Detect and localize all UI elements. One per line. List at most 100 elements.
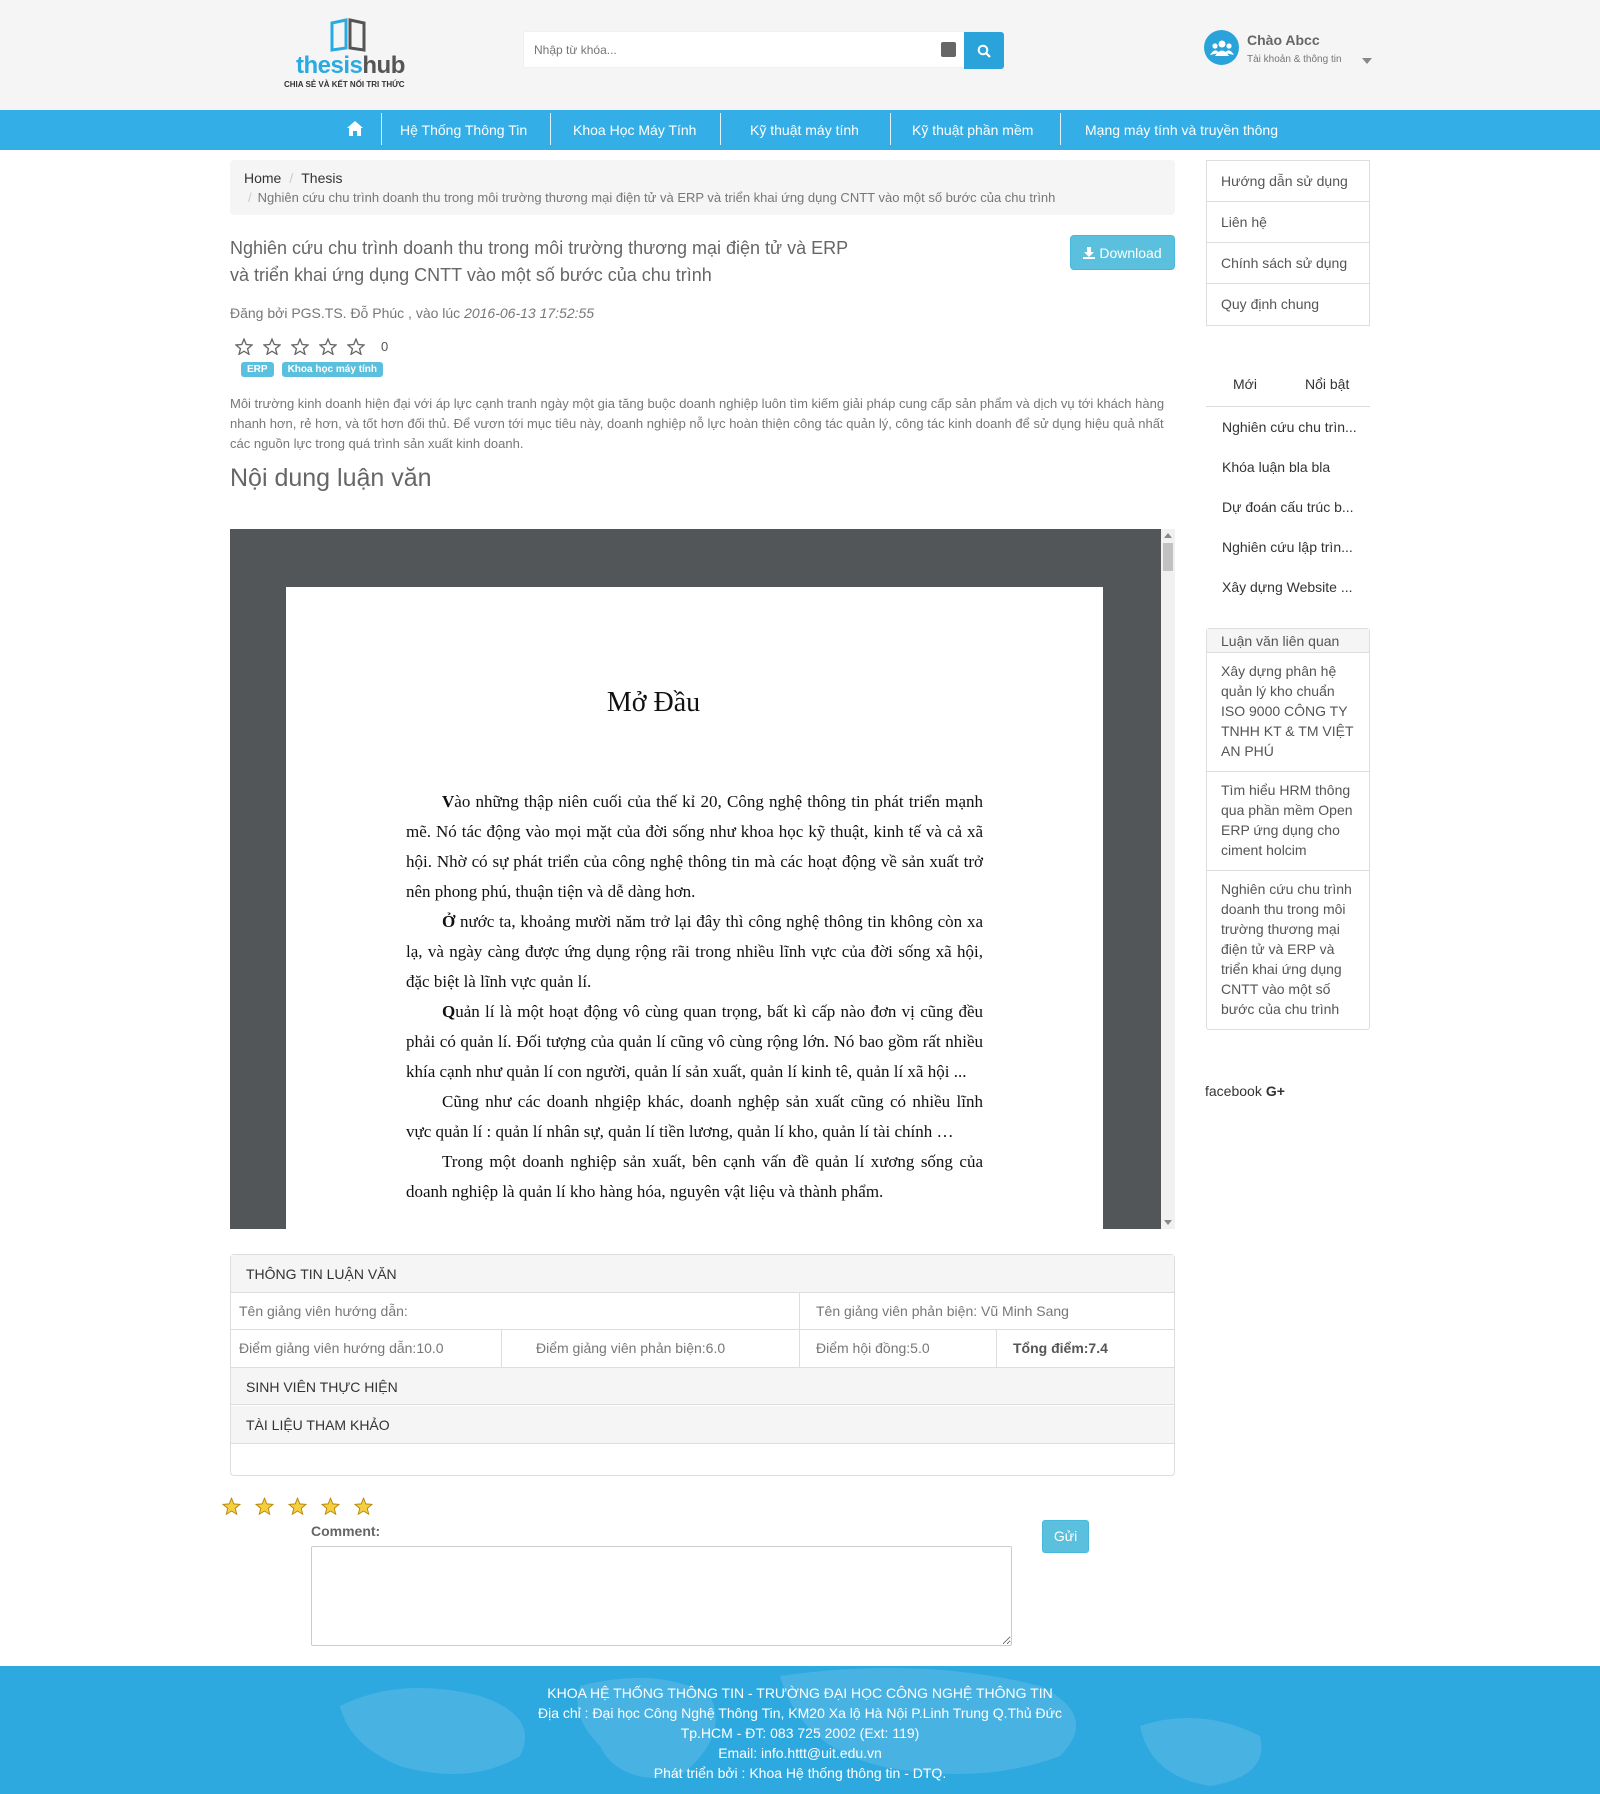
breadcrumb-thesis[interactable]: Thesis (301, 170, 342, 186)
user-greeting: Chào Abcc (1247, 32, 1320, 48)
sidebar-item-quy-dinh[interactable]: Quy định chung (1207, 284, 1369, 325)
star-icon[interactable] (321, 1497, 340, 1515)
gplus-icon[interactable]: G+ (1266, 1083, 1285, 1099)
list-item[interactable]: Xây dựng Website ... (1206, 567, 1370, 607)
info-row-scores: Điểm giảng viên hướng dẫn:10.0 Điểm giản… (231, 1330, 1174, 1367)
list-item[interactable]: Nghiên cứu chu trìn... (1206, 407, 1370, 447)
footer-line: KHOA HỆ THỐNG THÔNG TIN - TRƯỜNG ĐẠI HỌC… (547, 1685, 1053, 1701)
header: thesishub CHIA SẺ VÀ KẾT NỐI TRI THỨC Ch… (0, 0, 1600, 110)
document-paragraph: Ở nước ta, khoảng mười năm trở lại đây t… (406, 912, 983, 991)
footer-address: Địa chỉ : Đại học Công Nghệ Thông Tin, K… (537, 1705, 1062, 1721)
footer: KHOA HỆ THỐNG THÔNG TIN - TRƯỜNG ĐẠI HỌC… (0, 1666, 1600, 1794)
account-link[interactable]: Tài khoản & thông tin (1247, 54, 1342, 65)
star-icon[interactable] (255, 1497, 274, 1515)
sidebar-item-huong-dan[interactable]: Hướng dẫn sử dụng (1207, 161, 1369, 202)
tag-khoa-hoc-may-tinh[interactable]: Khoa học máy tính (281, 362, 384, 377)
comment-rating-stars[interactable] (222, 1497, 373, 1515)
council-score: Điểm hội đồng:5.0 (816, 1340, 930, 1356)
site-logo[interactable]: thesishub CHIA SẺ VÀ KẾT NỐI TRI THỨC (284, 18, 414, 94)
students-header[interactable]: SINH VIÊN THỰC HIỆN (231, 1367, 1174, 1405)
list-item[interactable]: Khóa luận bla bla (1206, 447, 1370, 487)
user-avatar[interactable] (1204, 30, 1239, 65)
search-icon (977, 44, 991, 58)
thesis-info-panel: THÔNG TIN LUẬN VĂN Tên giảng viên hướng … (230, 1254, 1175, 1476)
star-icon[interactable] (222, 1497, 241, 1515)
related-item[interactable]: Tìm hiểu HRM thông qua phần mềm Open ERP… (1207, 772, 1369, 871)
star-outline-icon[interactable] (235, 337, 253, 355)
star-icon[interactable] (288, 1497, 307, 1515)
cell-divider (799, 1293, 800, 1330)
keyboard-icon[interactable] (941, 42, 956, 57)
related-item[interactable]: Xây dựng phân hệ quản lý kho chuẩn ISO 9… (1207, 653, 1369, 772)
nav-divider (720, 113, 721, 145)
sidebar-item-lien-he[interactable]: Liên hệ (1207, 202, 1369, 243)
book-icon (330, 18, 366, 52)
recent-list: Nghiên cứu chu trìn... Khóa luận bla bla… (1206, 407, 1370, 607)
thesis-description: Môi trường kinh doanh hiện đại với áp lự… (230, 396, 1165, 451)
chevron-down-icon[interactable] (1362, 58, 1372, 64)
content-heading: Nội dung luận văn (230, 464, 432, 492)
document-heading: Mở Đầu (606, 687, 701, 718)
comment-textarea[interactable] (311, 1546, 1012, 1646)
reviewer-label: Tên giảng viên phản biện: Vũ Minh Sang (816, 1303, 1069, 1319)
cell-divider (799, 1330, 800, 1367)
star-icon[interactable] (354, 1497, 373, 1515)
nav-item-he-thong-thong-tin[interactable]: Hệ Thống Thông Tin (400, 110, 527, 150)
logo-wordmark: thesishub (296, 52, 405, 79)
pdf-page: Mở Đầu Vào những thập niên cuối của thế … (286, 587, 1103, 1229)
document-paragraph: Trong một doanh nghiệp sản xuất, bên cạn… (406, 1152, 983, 1201)
advisor-score: Điểm giảng viên hướng dẫn:10.0 (239, 1340, 444, 1356)
send-button[interactable]: Gửi (1042, 1520, 1089, 1553)
related-header: Luận văn liên quan (1207, 629, 1369, 653)
document-paragraph: Cũng như các doanh nhgiệp khác, doanh ng… (406, 1092, 983, 1141)
footer-phone: Tp.HCM - ĐT: 083 725 2002 (Ext: 119) (680, 1725, 920, 1741)
scroll-up-icon[interactable] (1164, 533, 1172, 538)
home-icon[interactable] (346, 120, 364, 137)
page-title: Nghiên cứu chu trình doanh thu trong môi… (230, 238, 849, 285)
star-outline-icon[interactable] (347, 337, 365, 355)
document-paragraph: Quản lí là một hoạt động vô cùng quan tr… (406, 1002, 983, 1081)
sidebar-item-chinh-sach[interactable]: Chính sách sử dụng (1207, 243, 1369, 284)
related-item[interactable]: Nghiên cứu chu trình doanh thu trong môi… (1207, 871, 1369, 1029)
star-outline-icon[interactable] (319, 337, 337, 355)
info-header[interactable]: THÔNG TIN LUẬN VĂN (231, 1255, 1174, 1293)
viewer-scrollbar[interactable] (1161, 529, 1175, 1229)
users-icon (1209, 40, 1234, 56)
breadcrumb-current: Nghiên cứu chu trình doanh thu trong môi… (257, 190, 1056, 205)
cell-divider (501, 1330, 502, 1367)
posted-time: 2016-06-13 17:52:55 (464, 305, 595, 321)
search-input[interactable] (524, 32, 924, 67)
nav-item-ky-thuat-phan-mem[interactable]: Kỹ thuật phần mềm (912, 110, 1033, 150)
nav-divider (1060, 113, 1061, 145)
breadcrumb-home[interactable]: Home (244, 170, 281, 186)
sidebar-tabs: Mới Nổi bật (1206, 370, 1370, 407)
social-links: facebook G+ (1205, 1083, 1285, 1099)
star-outline-icon[interactable] (263, 337, 281, 355)
scroll-down-icon[interactable] (1164, 1220, 1172, 1225)
pdf-viewer[interactable]: Mở Đầu Vào những thập niên cuối của thế … (230, 529, 1175, 1229)
nav-item-mang-may-tinh[interactable]: Mạng máy tính và truyền thông (1085, 110, 1278, 150)
facebook-link[interactable]: facebook (1205, 1083, 1262, 1099)
list-item[interactable]: Nghiên cứu lập trìn... (1206, 527, 1370, 567)
nav-divider (550, 113, 551, 145)
list-item[interactable]: Dự đoán cấu trúc b... (1206, 487, 1370, 527)
download-button[interactable]: Download (1070, 235, 1175, 270)
logo-tagline: CHIA SẺ VÀ KẾT NỐI TRI THỨC (284, 80, 405, 89)
download-icon (1083, 246, 1096, 259)
tag-erp[interactable]: ERP (241, 362, 274, 377)
search-button[interactable] (964, 32, 1004, 69)
star-outline-icon[interactable] (291, 337, 309, 355)
tab-moi[interactable]: Mới (1233, 376, 1257, 392)
rating-stars[interactable]: 0 (235, 335, 388, 357)
references-header[interactable]: TÀI LIỆU THAM KHẢO (231, 1406, 1174, 1444)
footer-email[interactable]: Email: info.httt@uit.edu.vn (0, 1743, 1600, 1763)
user-menu[interactable]: Chào Abcc Tài khoản & thông tin (1204, 28, 1384, 74)
nav-item-khoa-hoc-may-tinh[interactable]: Khoa Học Máy Tính (573, 110, 696, 150)
download-label: Download (1099, 244, 1162, 261)
tab-noi-bat[interactable]: Nổi bật (1305, 376, 1349, 392)
nav-item-ky-thuat-may-tinh[interactable]: Kỹ thuật máy tính (750, 110, 859, 150)
info-row-lecturers: Tên giảng viên hướng dẫn: Tên giảng viên… (231, 1293, 1174, 1330)
document-paragraph: Vào những thập niên cuối của thế kỉ 20, … (406, 792, 983, 901)
footer-credit: Phát triển bởi : Khoa Hệ thống thông tin… (653, 1765, 947, 1781)
scrollbar-thumb[interactable] (1163, 543, 1173, 571)
